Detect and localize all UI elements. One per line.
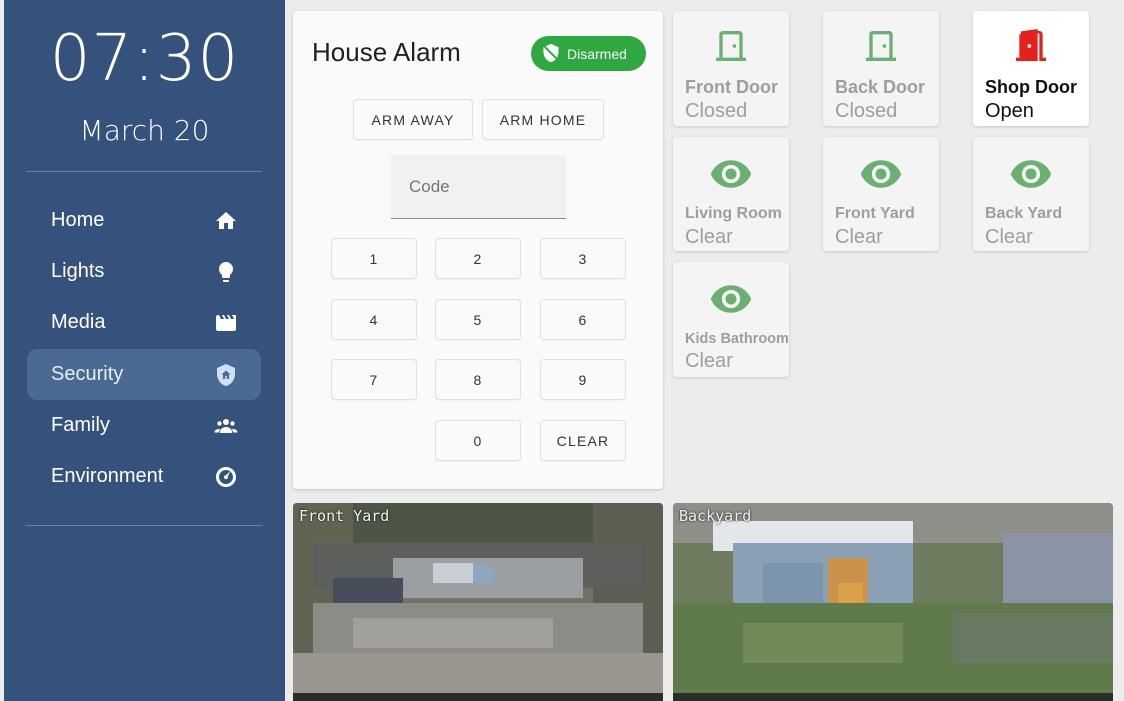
keypad-7-button[interactable]: 7 [331, 359, 417, 400]
sensor-state: Closed [685, 100, 748, 122]
sidebar-item-label: Lights [51, 260, 105, 282]
code-field[interactable] [391, 155, 566, 219]
people-group-icon [213, 413, 239, 439]
door-closed-icon [673, 26, 789, 66]
camera-feed-front-yard[interactable]: Front Yard [293, 503, 663, 701]
clock-date: March 20 [79, 114, 210, 147]
keypad-3-button[interactable]: 3 [540, 238, 626, 279]
sidebar-item-label: Media [51, 311, 106, 333]
keypad-9-button[interactable]: 9 [540, 359, 626, 400]
sensor-tile-back-door[interactable]: Back Door Closed [823, 11, 939, 126]
sensor-name: Kids Bathroom [685, 331, 789, 347]
arm-home-button[interactable]: ARM HOME [482, 99, 604, 140]
sidebar-item-label: Security [51, 363, 124, 385]
alarm-panel: House Alarm Disarmed ARM AWAY ARM HOME 1… [293, 11, 663, 489]
shield-home-icon [213, 362, 239, 388]
lightbulb-icon [213, 259, 239, 285]
camera-feed-backyard[interactable]: Backyard [673, 503, 1113, 701]
camera-label: Backyard [679, 507, 752, 525]
sidebar: 07:30 March 20 Home Lights Media Securit… [4, 0, 285, 701]
code-input[interactable] [391, 155, 566, 218]
keypad-2-button[interactable]: 2 [435, 238, 521, 279]
home-icon [213, 208, 239, 234]
sensor-state: Clear [685, 350, 733, 372]
keypad-clear-button[interactable]: CLEAR [540, 420, 626, 461]
sensor-state: Clear [685, 226, 733, 248]
sidebar-item-security[interactable]: Security [27, 349, 261, 400]
sensor-tile-front-door[interactable]: Front Door Closed [673, 11, 789, 126]
alarm-status-badge: Disarmed [531, 36, 646, 71]
sensor-state: Clear [985, 226, 1033, 248]
sensor-name: Front Door [685, 77, 778, 97]
sidebar-item-label: Environment [51, 465, 164, 487]
sensor-name: Living Room [685, 205, 782, 222]
sidebar-item-label: Home [51, 209, 105, 231]
eye-icon [823, 152, 939, 196]
sensor-name: Front Yard [835, 205, 915, 222]
sensor-state: Open [985, 100, 1034, 122]
keypad-0-button[interactable]: 0 [435, 420, 521, 461]
shield-off-icon [541, 43, 561, 63]
door-open-icon [973, 26, 1089, 66]
keypad-6-button[interactable]: 6 [540, 299, 626, 340]
sensor-tile-kids-bathroom[interactable]: Kids Bathroom Clear [673, 262, 789, 377]
keypad-4-button[interactable]: 4 [331, 299, 417, 340]
sensor-tile-shop-door[interactable]: Shop Door Open [973, 11, 1089, 126]
sensor-tile-front-yard[interactable]: Front Yard Clear [823, 137, 939, 251]
keypad-8-button[interactable]: 8 [435, 359, 521, 400]
camera-label: Front Yard [299, 507, 390, 525]
gauge-icon [213, 464, 239, 490]
eye-icon [673, 152, 789, 196]
door-closed-icon [823, 26, 939, 66]
sidebar-item-home[interactable]: Home [27, 195, 261, 246]
sensor-state: Closed [835, 100, 898, 122]
sidebar-item-lights[interactable]: Lights [27, 246, 261, 297]
eye-icon [973, 152, 1089, 196]
sensor-name: Back Door [835, 77, 926, 97]
keypad-5-button[interactable]: 5 [435, 299, 521, 340]
sidebar-divider-bottom [26, 525, 262, 526]
sidebar-item-family[interactable]: Family [27, 400, 261, 451]
arm-away-button[interactable]: ARM AWAY [353, 99, 473, 140]
clock-time: 07:30 [49, 22, 240, 96]
alarm-status-label: Disarmed [567, 45, 627, 62]
sensor-name: Shop Door [985, 77, 1077, 97]
sidebar-item-media[interactable]: Media [27, 297, 261, 348]
sidebar-item-label: Family [51, 414, 110, 436]
sensor-state: Clear [835, 226, 883, 248]
sensor-tile-back-yard[interactable]: Back Yard Clear [973, 137, 1089, 251]
sensor-name: Back Yard [985, 205, 1063, 222]
camera-image [293, 503, 663, 701]
sidebar-item-environment[interactable]: Environment [27, 451, 261, 502]
keypad-1-button[interactable]: 1 [331, 238, 417, 279]
sensor-tile-living-room[interactable]: Living Room Clear [673, 137, 789, 251]
alarm-title: House Alarm [312, 37, 461, 67]
sidebar-divider-top [26, 171, 262, 172]
eye-icon [673, 277, 789, 321]
movie-clapper-icon [213, 310, 239, 336]
camera-image [673, 503, 1113, 701]
